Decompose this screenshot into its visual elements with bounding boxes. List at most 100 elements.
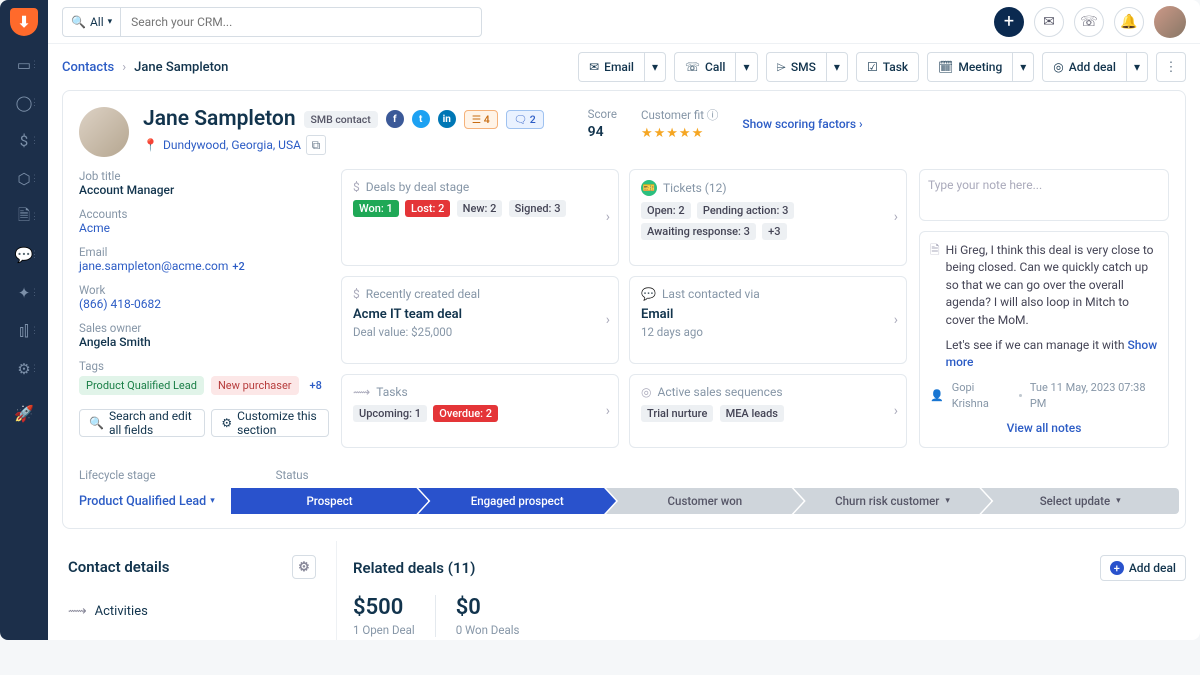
- badge-blue[interactable]: 🗨 2: [506, 110, 544, 129]
- nav-contacts-icon[interactable]: ◯⋮: [7, 88, 41, 118]
- user-avatar[interactable]: [1154, 6, 1186, 38]
- chevron-right-icon: ›: [894, 312, 898, 328]
- chevron-right-icon: ›: [122, 60, 126, 75]
- note-icon: 🗎: [930, 242, 940, 372]
- phone-icon: ☏: [685, 60, 700, 74]
- twitter-icon[interactable]: t: [412, 110, 430, 128]
- stage-prospect[interactable]: Prospect: [231, 488, 429, 514]
- mail-icon: ✉: [589, 60, 599, 74]
- nav-chat-icon[interactable]: 💬⋮: [7, 240, 41, 270]
- breadcrumb-root[interactable]: Contacts: [62, 60, 114, 75]
- details-sidebar: Contact details ⚙ ⟿Activities 🏢Account de…: [62, 541, 322, 640]
- search-scope-dropdown[interactable]: 🔍 All ▾: [62, 7, 120, 37]
- sales-owner: Angela Smith: [79, 335, 329, 349]
- phone-link[interactable]: (866) 418-0682: [79, 297, 161, 311]
- tag-new[interactable]: New purchaser: [211, 376, 299, 395]
- deals-by-stage-card[interactable]: $Deals by deal stage Won: 1 Lost: 2 New:…: [341, 169, 619, 266]
- related-deals-title: Related deals (11): [353, 559, 475, 577]
- app-logo[interactable]: ⬇: [10, 8, 38, 36]
- contact-info: Job titleAccount Manager AccountsAcme Em…: [79, 169, 329, 448]
- recent-deal-card[interactable]: $Recently created deal Acme IT team deal…: [341, 276, 619, 365]
- stage-select[interactable]: Select update▾: [981, 488, 1179, 514]
- sms-icon: ⌲: [777, 60, 786, 75]
- meeting-button[interactable]: 🗓Meeting: [927, 52, 1012, 82]
- pin-icon: 📍: [143, 138, 158, 152]
- gear-icon: ⚙: [221, 416, 232, 430]
- nav-automation-icon[interactable]: ✦⋮: [7, 278, 41, 308]
- stage-won[interactable]: Customer won: [606, 488, 804, 514]
- stage-churn[interactable]: Churn risk customer▾: [794, 488, 992, 514]
- lifecycle-section: Lifecycle stage Status Product Qualified…: [63, 462, 1185, 528]
- account-details-tab[interactable]: 🏢Account details: [62, 630, 322, 640]
- chevron-right-icon: ›: [894, 209, 898, 225]
- scoring-factors-link[interactable]: Show scoring factors ›: [742, 117, 862, 131]
- add-deal-button[interactable]: ◎Add deal: [1042, 52, 1126, 82]
- quick-add-button[interactable]: +: [994, 7, 1024, 37]
- tag-pql[interactable]: Product Qualified Lead: [79, 376, 204, 395]
- nav-products-icon[interactable]: ⬡⋮: [7, 164, 41, 194]
- meeting-dropdown[interactable]: ▾: [1012, 52, 1034, 82]
- task-button[interactable]: ☑Task: [856, 52, 919, 82]
- nav-settings-icon[interactable]: ⚙⋮: [7, 354, 41, 384]
- customize-button[interactable]: ⚙Customize this section: [211, 409, 329, 437]
- status-pipeline: Prospect Engaged prospect Customer won C…: [231, 488, 1169, 514]
- chevron-right-icon: ›: [606, 403, 610, 419]
- tickets-card[interactable]: 🎫Tickets (12) Open: 2 Pending action: 3 …: [629, 169, 907, 266]
- mail-icon[interactable]: ✉: [1034, 7, 1064, 37]
- phone-icon[interactable]: ☏: [1074, 7, 1104, 37]
- facebook-icon[interactable]: f: [386, 110, 404, 128]
- task-icon: ☑: [867, 60, 878, 74]
- target-icon: ◎: [641, 385, 651, 399]
- contact-details-title: Contact details: [68, 558, 169, 576]
- email-more[interactable]: +2: [232, 260, 244, 273]
- chevron-right-icon: ›: [606, 209, 610, 225]
- nav-documents-icon[interactable]: 🗎⋮: [7, 202, 41, 232]
- location-link[interactable]: Dundywood, Georgia, USA: [163, 138, 301, 152]
- sms-button[interactable]: ⌲SMS: [766, 52, 826, 82]
- last-contacted-card[interactable]: 💬Last contacted via Email 12 days ago ›: [629, 276, 907, 365]
- call-dropdown[interactable]: ▾: [735, 52, 757, 82]
- email-button[interactable]: ✉Email: [578, 52, 644, 82]
- nav-reports-icon[interactable]: ⫾⫿⋮: [7, 316, 41, 346]
- nav-boost-icon[interactable]: 🚀: [7, 398, 41, 428]
- tasks-card[interactable]: ⟿Tasks Upcoming: 1 Overdue: 2 ›: [341, 374, 619, 448]
- account-link[interactable]: Acme: [79, 221, 110, 235]
- sequences-card[interactable]: ◎Active sales sequences Trial nurture ME…: [629, 374, 907, 448]
- badge-orange[interactable]: ☰ 4: [464, 110, 498, 129]
- bell-icon[interactable]: 🔔: [1114, 7, 1144, 37]
- activities-tab[interactable]: ⟿Activities: [62, 593, 322, 630]
- action-row: Contacts › Jane Sampleton ✉Email ▾ ☏Call…: [48, 44, 1200, 90]
- email-dropdown[interactable]: ▾: [644, 52, 666, 82]
- contact-type-pill: SMB contact: [304, 111, 378, 128]
- view-all-notes-link[interactable]: View all notes: [930, 420, 1158, 437]
- activity-icon: ⟿: [353, 385, 370, 399]
- topbar: 🔍 All ▾ + ✉ ☏ 🔔: [48, 0, 1200, 44]
- nav-dashboard-icon[interactable]: ▭⋮: [7, 50, 41, 80]
- dollar-icon: $: [353, 180, 360, 194]
- nav-deals-icon[interactable]: $⋮: [7, 126, 41, 156]
- copy-icon[interactable]: ⧉: [306, 135, 326, 155]
- lifecycle-select[interactable]: Product Qualified Lead ▾: [79, 494, 215, 509]
- stage-engaged[interactable]: Engaged prospect: [418, 488, 616, 514]
- search-fields-button[interactable]: 🔍Search and edit all fields: [79, 409, 205, 437]
- search-input[interactable]: [120, 7, 482, 37]
- notes-panel: Type your note here... 🗎 Hi Greg, I thin…: [919, 169, 1169, 448]
- left-navigation: ⬇ ▭⋮ ◯⋮ $⋮ ⬡⋮ 🗎⋮ 💬⋮ ✦⋮ ⫾⫿⋮ ⚙⋮ 🚀: [0, 0, 48, 640]
- fit-stars: ★★★★★: [641, 126, 718, 141]
- chevron-right-icon: ›: [894, 403, 898, 419]
- add-deal-button-secondary[interactable]: +Add deal: [1100, 555, 1186, 581]
- tags-more[interactable]: +8: [310, 379, 322, 392]
- linkedin-icon[interactable]: in: [438, 110, 456, 128]
- contact-avatar[interactable]: [79, 107, 129, 157]
- sms-dropdown[interactable]: ▾: [826, 52, 848, 82]
- contact-name: Jane Sampleton: [143, 107, 296, 131]
- plus-icon: +: [1110, 561, 1124, 575]
- add-deal-dropdown[interactable]: ▾: [1126, 52, 1148, 82]
- details-settings-icon[interactable]: ⚙: [292, 555, 316, 579]
- job-title: Account Manager: [79, 183, 329, 197]
- dollar-icon: $: [353, 287, 360, 301]
- note-input[interactable]: Type your note here...: [919, 169, 1169, 221]
- more-actions-button[interactable]: ⋮: [1156, 52, 1186, 82]
- call-button[interactable]: ☏Call: [674, 52, 735, 82]
- email-link[interactable]: jane.sampleton@acme.com: [79, 259, 228, 273]
